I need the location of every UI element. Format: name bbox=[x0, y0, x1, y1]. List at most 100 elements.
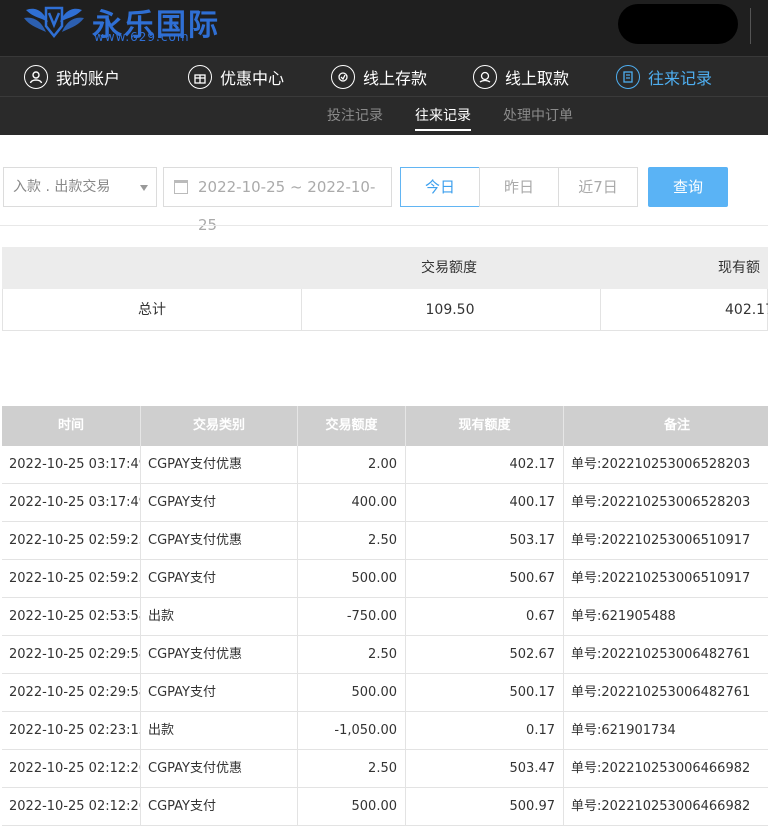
table-row: 2022-10-25 02:23:15 出款 -1,050.00 0.17 单号… bbox=[2, 712, 768, 750]
main-nav: 我的账户 优惠中心 线上存款 线上取款 往来记录 bbox=[0, 56, 768, 97]
divider bbox=[0, 225, 768, 226]
cell-balance: 0.67 bbox=[406, 598, 564, 635]
cell-amount: -1,050.00 bbox=[298, 712, 406, 749]
cell-time: 2022-10-25 02:53:58 bbox=[2, 598, 141, 635]
cell-note: 单号:202210253006482761 bbox=[571, 685, 751, 700]
today-button[interactable]: 今日 bbox=[400, 167, 480, 207]
nav-item-label: 线上取款 bbox=[505, 69, 570, 88]
cell-time: 2022-10-25 03:17:49 bbox=[2, 446, 141, 483]
user-account-pill[interactable] bbox=[618, 4, 738, 44]
table-row: 2022-10-25 02:53:58 出款 -750.00 0.67 单号:6… bbox=[2, 598, 768, 636]
chevron-down-icon bbox=[140, 185, 148, 191]
nav-item-transaction-records[interactable]: 往来记录 bbox=[616, 57, 712, 97]
cell-amount: 2.50 bbox=[298, 750, 406, 787]
top-bar: 永乐国际 www.629.com bbox=[0, 0, 768, 56]
user-icon bbox=[24, 65, 48, 89]
tab-pending-orders[interactable]: 处理中订单 bbox=[503, 97, 573, 135]
cell-type: CGPAY支付 bbox=[141, 674, 298, 711]
cell-balance: 0.17 bbox=[406, 712, 564, 749]
cell-amount: 2.50 bbox=[298, 522, 406, 559]
table-row: 2022-10-25 03:17:49 CGPAY支付优惠 2.00 402.1… bbox=[2, 446, 768, 484]
nav-item-withdraw[interactable]: 线上取款 bbox=[473, 57, 569, 97]
summary-total-label: 总计 bbox=[138, 302, 166, 318]
gift-icon bbox=[188, 65, 212, 89]
query-button[interactable]: 查询 bbox=[648, 167, 728, 207]
table-row: 2022-10-25 02:29:58 CGPAY支付 500.00 500.1… bbox=[2, 674, 768, 712]
topbar-divider bbox=[750, 8, 768, 44]
table-row: 2022-10-25 02:29:58 CGPAY支付优惠 2.50 502.6… bbox=[2, 636, 768, 674]
cell-note: 单号:202210253006482761 bbox=[571, 647, 751, 662]
cell-amount: 500.00 bbox=[298, 560, 406, 597]
nav-item-deposit[interactable]: 线上存款 bbox=[331, 57, 427, 97]
cell-type: CGPAY支付优惠 bbox=[141, 522, 298, 559]
cell-balance: 400.17 bbox=[406, 484, 564, 521]
cell-time: 2022-10-25 02:29:58 bbox=[2, 636, 141, 673]
summary-header-balance: 现有额度 bbox=[718, 260, 760, 276]
nav-item-label: 线上存款 bbox=[363, 69, 428, 88]
cell-note: 单号:202210253006466982 bbox=[571, 799, 751, 814]
nav-item-label: 我的账户 bbox=[56, 69, 121, 88]
cell-type: CGPAY支付 bbox=[141, 788, 298, 825]
column-header-note: 备注 bbox=[663, 418, 690, 433]
nav-item-label: 优惠中心 bbox=[220, 69, 285, 88]
tab-bet-records[interactable]: 投注记录 bbox=[327, 97, 383, 135]
cell-type: CGPAY支付优惠 bbox=[141, 750, 298, 787]
cell-type: CGPAY支付 bbox=[141, 560, 298, 597]
summary-total-amount: 109.50 bbox=[425, 302, 475, 318]
cell-amount: -750.00 bbox=[298, 598, 406, 635]
column-header-time: 时间 bbox=[2, 406, 141, 446]
cell-time: 2022-10-25 02:23:15 bbox=[2, 712, 141, 749]
date-range-field[interactable]: 2022-10-25 ~ 2022-10-25 bbox=[163, 167, 392, 234]
cell-balance: 402.17 bbox=[406, 446, 564, 483]
cell-balance: 503.47 bbox=[406, 750, 564, 787]
column-header-balance: 现有额度 bbox=[406, 406, 564, 446]
table-row: 2022-10-25 02:59:23 CGPAY支付 500.00 500.6… bbox=[2, 560, 768, 598]
cell-note: 单号:202210253006510917 bbox=[571, 533, 751, 548]
summary-header-amount: 交易额度 bbox=[421, 260, 477, 276]
sub-nav: 投注记录 往来记录 处理中订单 bbox=[0, 96, 768, 135]
cell-time: 2022-10-25 02:12:26 bbox=[2, 750, 141, 787]
tab-transaction-records[interactable]: 往来记录 bbox=[415, 97, 471, 135]
cell-type: 出款 bbox=[141, 712, 298, 749]
cell-note: 单号:202210253006466982 bbox=[571, 761, 751, 776]
records-icon bbox=[616, 65, 640, 89]
cell-balance: 500.67 bbox=[406, 560, 564, 597]
cell-time: 2022-10-25 02:29:58 bbox=[2, 674, 141, 711]
cell-time: 2022-10-25 02:12:26 bbox=[2, 788, 141, 825]
cell-amount: 2.00 bbox=[298, 446, 406, 483]
calendar-icon bbox=[174, 180, 188, 194]
table-row: 2022-10-25 02:12:26 CGPAY支付 500.00 500.9… bbox=[2, 788, 768, 826]
cell-time: 2022-10-25 02:59:23 bbox=[2, 560, 141, 597]
cell-type: CGPAY支付优惠 bbox=[141, 636, 298, 673]
cell-type: 出款 bbox=[141, 598, 298, 635]
cell-amount: 400.00 bbox=[298, 484, 406, 521]
deposit-icon bbox=[331, 65, 355, 89]
cell-note: 单号:202210253006528203 bbox=[571, 495, 751, 510]
cell-amount: 500.00 bbox=[298, 788, 406, 825]
nav-item-promotions[interactable]: 优惠中心 bbox=[188, 57, 284, 97]
cell-amount: 2.50 bbox=[298, 636, 406, 673]
table-row: 2022-10-25 02:59:23 CGPAY支付优惠 2.50 503.1… bbox=[2, 522, 768, 560]
logo-emblem-icon bbox=[24, 6, 84, 39]
divider bbox=[600, 289, 601, 331]
cell-time: 2022-10-25 02:59:23 bbox=[2, 522, 141, 559]
table-row: 2022-10-25 03:17:49 CGPAY支付 400.00 400.1… bbox=[2, 484, 768, 522]
cell-note: 单号:621901734 bbox=[571, 723, 676, 738]
cell-balance: 503.17 bbox=[406, 522, 564, 559]
cell-note: 单号:202210253006528203 bbox=[571, 457, 751, 472]
summary-row: 总计 109.50 402.17 bbox=[2, 289, 768, 331]
transaction-type-select[interactable]: 入款 . 出款交易 bbox=[3, 167, 157, 207]
table-row: 2022-10-25 02:12:26 CGPAY支付优惠 2.50 503.4… bbox=[2, 750, 768, 788]
cell-time: 2022-10-25 03:17:49 bbox=[2, 484, 141, 521]
brand-url: www.629.com bbox=[94, 30, 190, 44]
last-7-days-button[interactable]: 近7日 bbox=[558, 167, 638, 207]
nav-item-my-account[interactable]: 我的账户 bbox=[24, 57, 120, 97]
transaction-type-value: 入款 . 出款交易 bbox=[13, 179, 111, 195]
cell-note: 单号:621905488 bbox=[571, 609, 676, 624]
summary-total-balance: 402.17 bbox=[725, 302, 768, 318]
yesterday-button[interactable]: 昨日 bbox=[479, 167, 559, 207]
cell-type: CGPAY支付 bbox=[141, 484, 298, 521]
cell-balance: 500.97 bbox=[406, 788, 564, 825]
cell-balance: 500.17 bbox=[406, 674, 564, 711]
summary-header: 交易额度 现有额度 bbox=[2, 247, 768, 289]
